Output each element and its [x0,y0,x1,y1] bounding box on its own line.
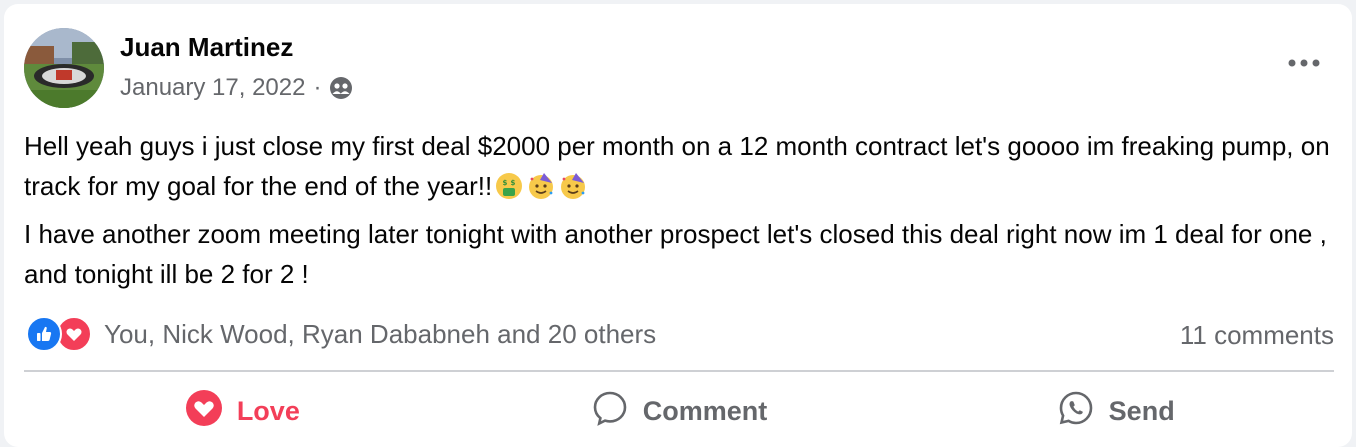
comment-button[interactable]: Comment [461,378,898,444]
divider [24,370,1334,372]
love-button-label: Love [236,395,300,426]
svg-text:$: $ [503,179,508,187]
post-paragraph-2: I have another zoom meeting later tonigh… [24,219,1327,289]
partying-face-emoji [526,171,556,201]
post-meta: January 17, 2022 · [120,74,353,102]
more-options-icon[interactable] [1282,48,1326,78]
action-bar: Love Comment Send [24,378,1334,444]
post-paragraph-1: Hell yeah guys i just close my first dea… [24,126,1334,206]
meta-separator: · [313,74,322,101]
comments-count[interactable]: 11 comments [1180,320,1334,351]
partying-face-emoji [558,171,588,201]
whatsapp-icon [1057,389,1095,434]
post-date[interactable]: January 17, 2022 [120,74,305,102]
like-icon [26,316,62,352]
friends-icon[interactable] [329,76,353,100]
reaction-summary[interactable]: You, Nick Wood, Ryan Dababneh and 20 oth… [26,316,656,352]
post-body: Hell yeah guys i just close my first dea… [24,126,1334,302]
svg-text:$: $ [511,179,516,187]
reaction-names[interactable]: You, Nick Wood, Ryan Dababneh and 20 oth… [104,319,656,350]
send-button[interactable]: Send [897,378,1334,444]
love-icon [185,389,223,434]
send-button-label: Send [1108,395,1175,426]
love-button[interactable]: Love [24,378,461,444]
author-name[interactable]: Juan Martinez [120,32,293,63]
comment-icon [591,389,629,434]
money-mouth-face-emoji: $ $ [494,171,524,201]
post-card: Juan Martinez January 17, 2022 · Hell ye… [4,4,1352,447]
post-paragraph-1-text: Hell yeah guys i just close my first dea… [24,131,1330,201]
comment-button-label: Comment [642,395,768,426]
author-avatar[interactable] [24,28,104,108]
